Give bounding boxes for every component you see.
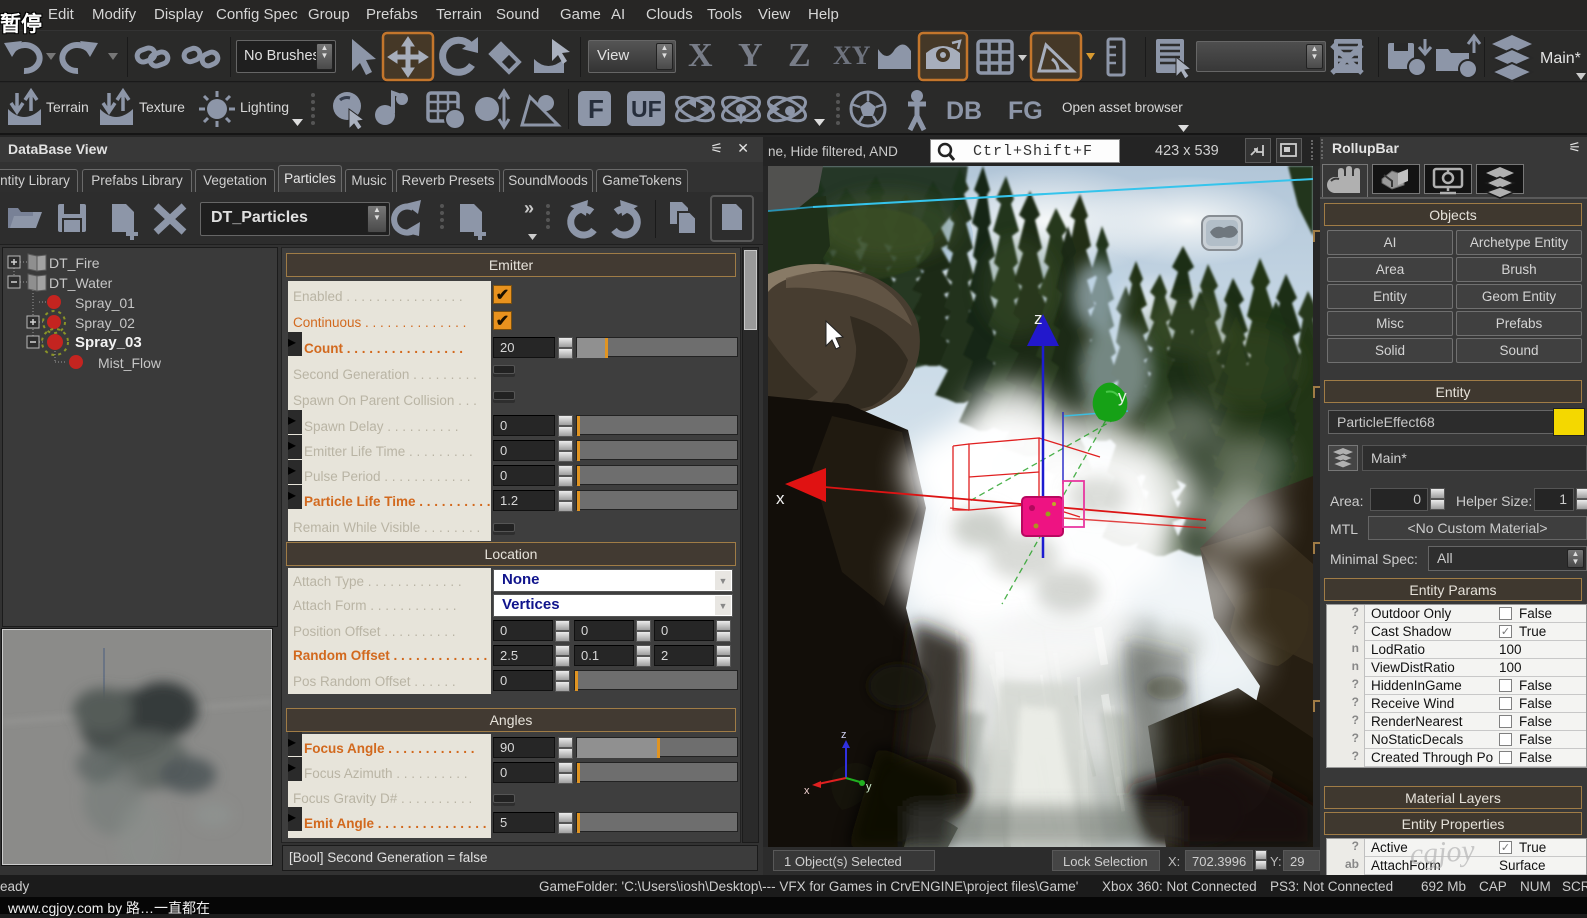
svg-text:y: y <box>866 781 872 793</box>
svg-text:x: x <box>776 489 785 508</box>
svg-text:Y: Y <box>738 37 763 74</box>
svg-text:z: z <box>841 729 847 741</box>
svg-text:Main*: Main* <box>1540 50 1581 67</box>
svg-text:F: F <box>588 94 604 124</box>
svg-text:X: X <box>688 37 713 74</box>
svg-text:UF: UF <box>631 96 662 122</box>
svg-text:XY: XY <box>833 41 871 70</box>
svg-text:z: z <box>1034 309 1043 328</box>
svg-text:x: x <box>804 785 810 797</box>
svg-text:Z: Z <box>788 37 811 74</box>
svg-text:»: » <box>524 198 534 218</box>
svg-text:DB: DB <box>946 97 982 125</box>
svg-text:y: y <box>1118 387 1127 406</box>
svg-text:FG: FG <box>1008 97 1043 125</box>
